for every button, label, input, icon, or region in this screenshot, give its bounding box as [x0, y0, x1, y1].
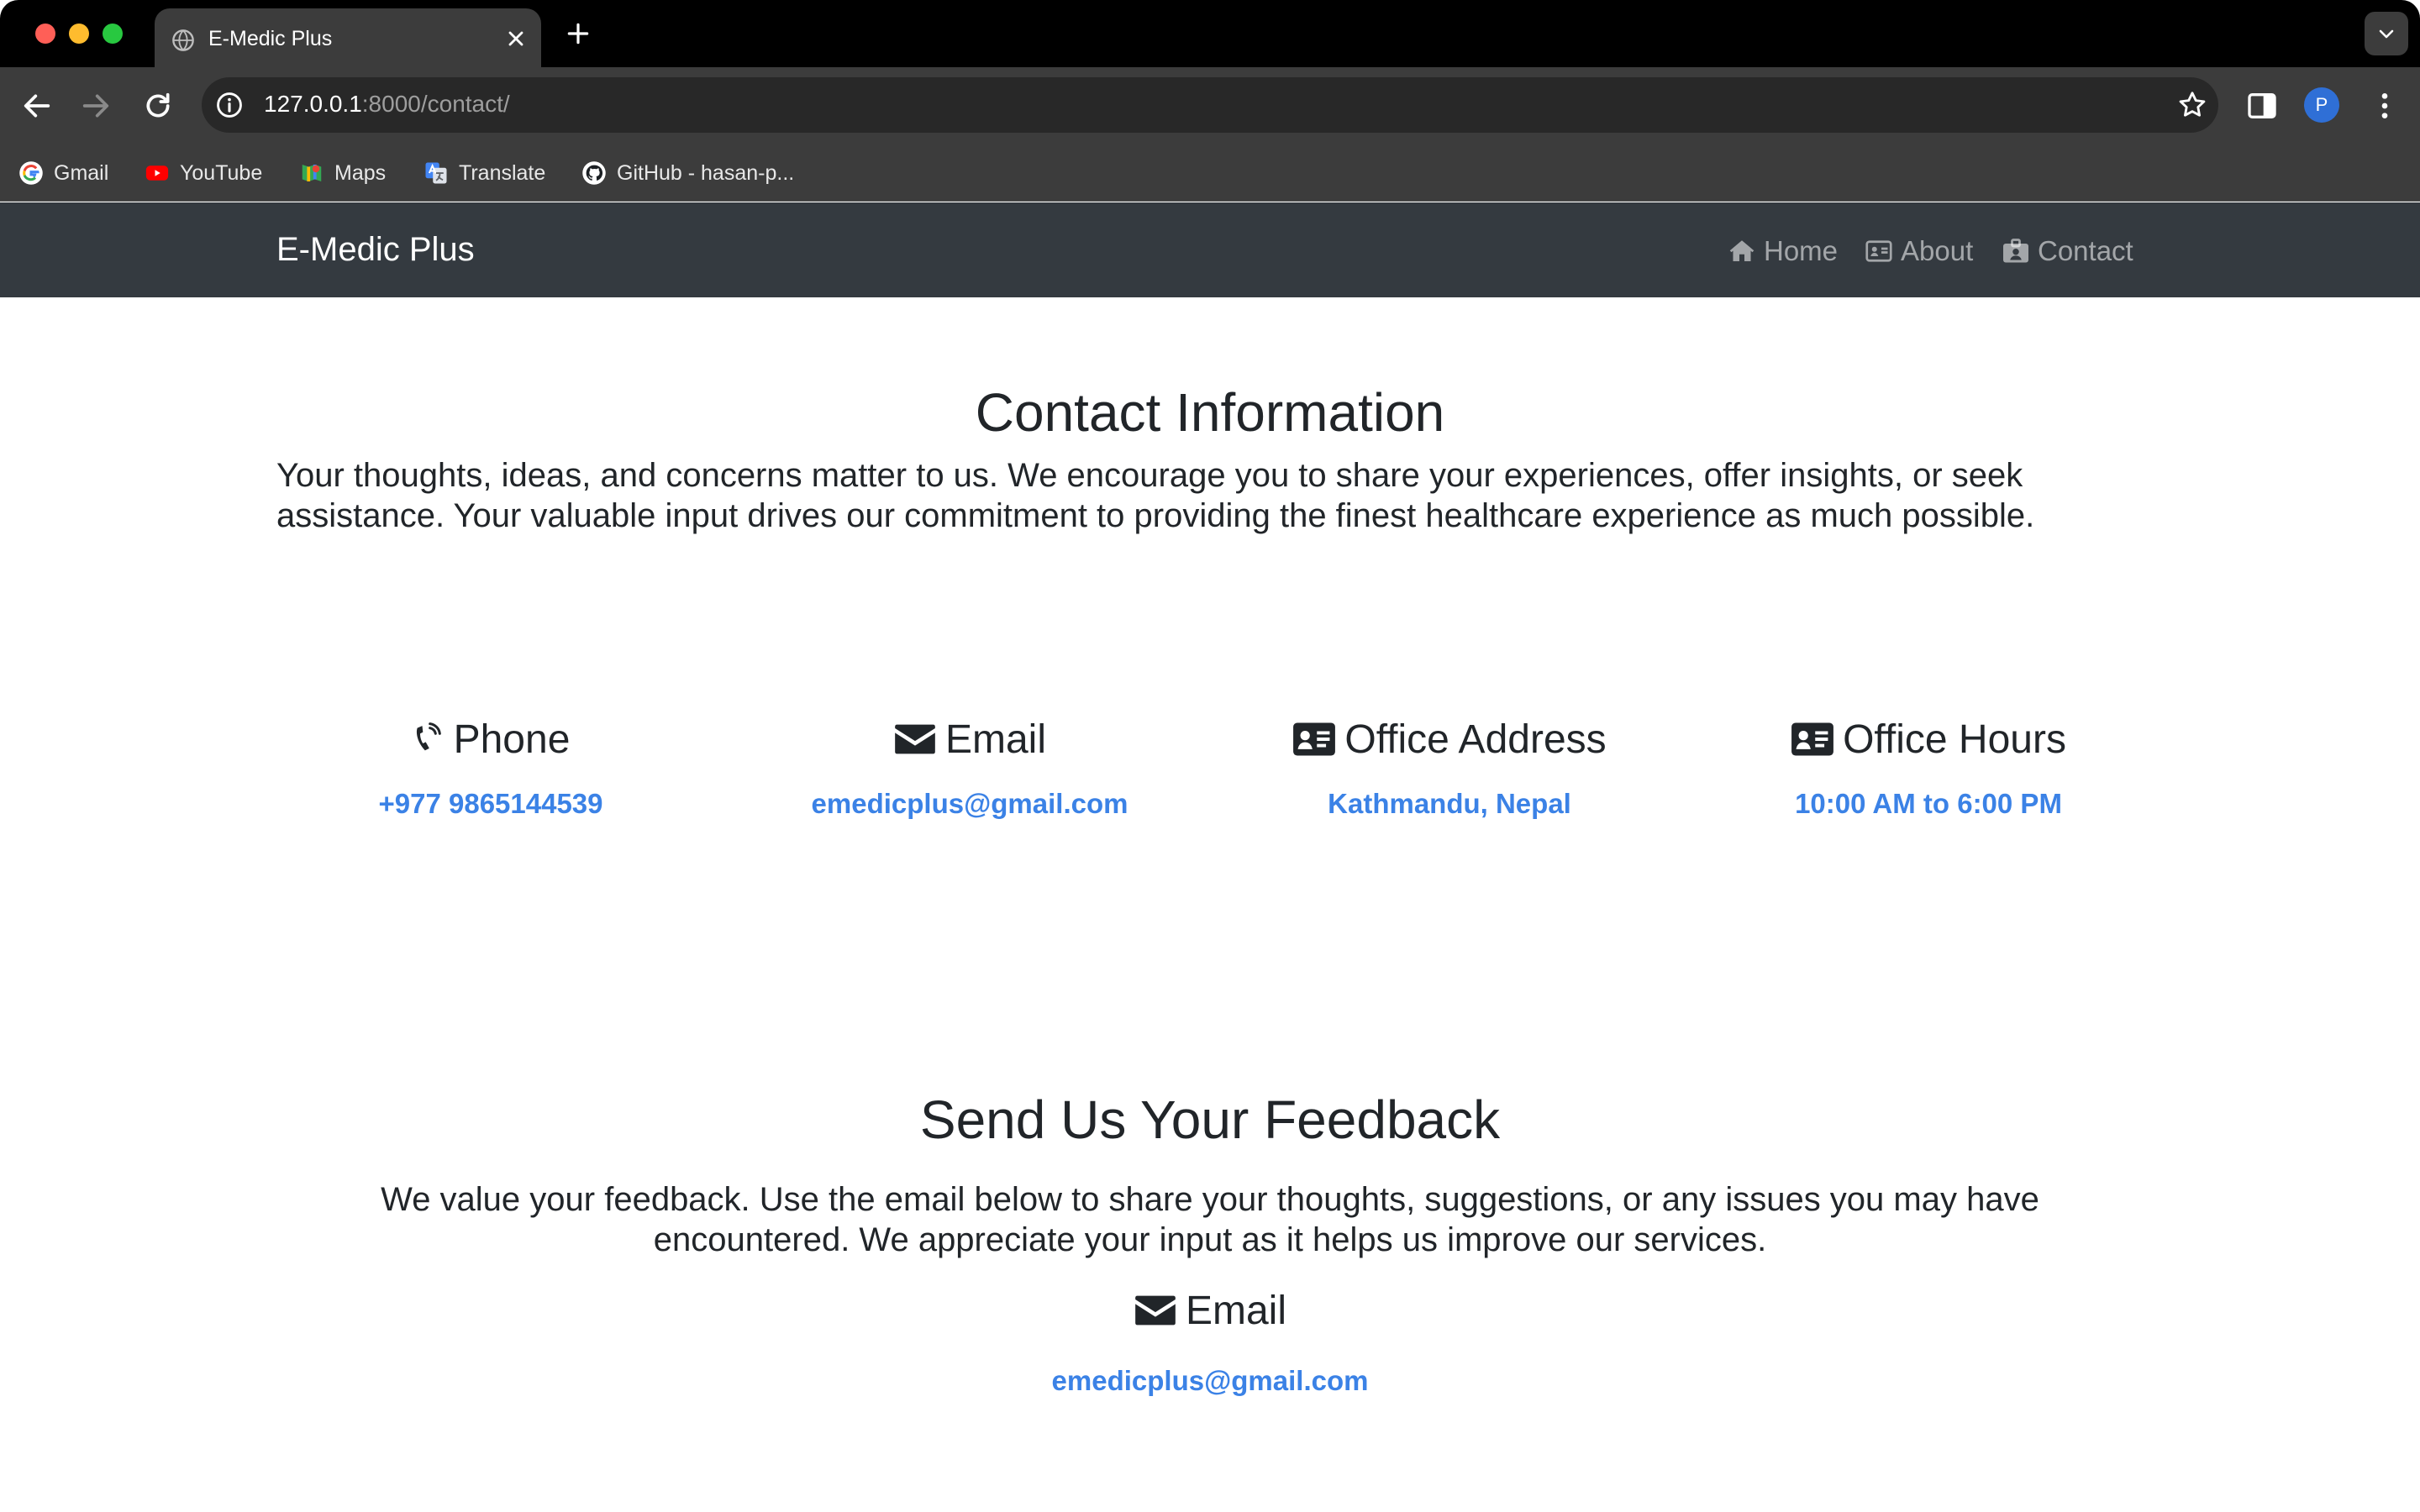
site-brand-link[interactable]: E-Medic Plus — [276, 231, 475, 269]
nav-contact-label: Contact — [2038, 235, 2133, 266]
feedback-title: Send Us Your Feedback — [919, 1089, 1501, 1150]
window-minimize-button[interactable] — [69, 24, 89, 44]
card-label: Office Hours — [1843, 717, 2066, 762]
bookmark-youtube[interactable]: YouTube — [145, 156, 262, 190]
contact-card-phone: Phone +977 9865144539 — [255, 712, 726, 820]
forward-arrow-icon[interactable] — [79, 89, 113, 123]
github-icon — [582, 161, 606, 185]
bookmark-star-icon[interactable] — [2176, 89, 2208, 121]
url-host: 127.0.0.1 — [264, 91, 362, 117]
address-card-icon — [1865, 240, 1892, 262]
feedback-email-label: Email — [1185, 1288, 1287, 1333]
address-bar[interactable]: 127.0.0.1:8000/contact/ — [202, 77, 2218, 133]
envelope-icon — [895, 724, 935, 754]
phone-number-link[interactable]: +977 9865144539 — [255, 788, 726, 820]
bookmark-label: Translate — [459, 160, 546, 185]
card-label: Email — [944, 717, 1047, 762]
site-info-icon[interactable] — [215, 91, 244, 119]
nav-contact-link[interactable]: Contact — [2001, 233, 2133, 270]
contact-card-email: Email emedicplus@gmail.com — [734, 712, 1205, 820]
nav-home-link[interactable]: Home — [1727, 233, 1838, 270]
envelope-icon — [1135, 1295, 1176, 1326]
globe-icon — [172, 29, 194, 51]
tab-search-button[interactable] — [2365, 12, 2408, 55]
nav-home-label: Home — [1764, 235, 1839, 266]
more-menu-icon[interactable] — [2368, 89, 2402, 123]
contact-title: Contact Information — [975, 382, 1445, 443]
card-heading: Office Address — [1214, 712, 1685, 766]
side-panel-icon[interactable] — [2245, 89, 2279, 123]
bookmark-label: Maps — [334, 160, 387, 185]
card-heading: Email — [734, 712, 1205, 766]
new-tab-plus-icon[interactable] — [565, 20, 592, 47]
bookmark-maps[interactable]: Maps — [299, 156, 386, 190]
reload-icon[interactable] — [141, 89, 175, 123]
card-label: Phone — [453, 717, 571, 762]
phone-icon — [416, 722, 441, 751]
url-text[interactable]: 127.0.0.1:8000/contact/ — [264, 91, 510, 118]
browser-tab-bar: E-Medic Plus — [0, 0, 2420, 67]
back-arrow-icon[interactable] — [20, 89, 54, 123]
tab-title: E-Medic Plus — [208, 27, 333, 50]
tab-close-icon[interactable] — [504, 27, 528, 50]
id-card-icon — [1293, 722, 1336, 756]
url-path: :8000/contact/ — [361, 91, 510, 117]
bookmark-label: Gmail — [54, 160, 109, 185]
profile-avatar[interactable]: P — [2304, 87, 2339, 123]
window-maximize-button[interactable] — [103, 24, 123, 44]
bookmarks-bar: Gmail YouTube Maps Translate GitHub - ha… — [0, 144, 2420, 202]
bookmark-github[interactable]: GitHub - hasan-p... — [581, 156, 794, 190]
maps-icon — [302, 165, 322, 181]
feedback-intro: We value your feedback. Use the email be… — [381, 1181, 2039, 1258]
id-card-icon — [1791, 722, 1833, 756]
bookmark-label: YouTube — [180, 160, 263, 185]
id-badge-icon — [2003, 239, 2028, 263]
contact-card-address: Office Address Kathmandu, Nepal — [1214, 712, 1685, 820]
google-icon — [19, 161, 43, 185]
bookmark-translate[interactable]: Translate — [424, 156, 545, 190]
translate-icon — [425, 162, 447, 184]
browser-toolbar: 127.0.0.1:8000/contact/ P — [0, 67, 2420, 144]
card-heading: Phone — [255, 712, 726, 766]
contact-card-hours: Office Hours 10:00 AM to 6:00 PM — [1693, 712, 2164, 820]
address-link[interactable]: Kathmandu, Nepal — [1214, 788, 1685, 820]
nav-about-label: About — [1901, 235, 1974, 266]
chevron-down-icon — [2379, 29, 2394, 39]
card-heading: Office Hours — [1693, 712, 2164, 766]
email-link[interactable]: emedicplus@gmail.com — [734, 788, 1205, 820]
contact-intro: Your thoughts, ideas, and concerns matte… — [276, 457, 2035, 534]
bookmark-label: GitHub - hasan-p... — [617, 160, 795, 185]
window-close-button[interactable] — [35, 24, 55, 44]
site-navbar: E-Medic Plus Home About Contact — [0, 202, 2420, 297]
bookmark-gmail[interactable]: Gmail — [18, 156, 108, 190]
nav-about-link[interactable]: About — [1864, 233, 1973, 270]
hours-link[interactable]: 10:00 AM to 6:00 PM — [1693, 788, 2164, 820]
browser-tab-active[interactable]: E-Medic Plus — [155, 8, 541, 67]
feedback-email-link[interactable]: emedicplus@gmail.com — [0, 1365, 2420, 1397]
youtube-icon — [145, 165, 169, 181]
home-icon — [1729, 240, 1754, 261]
card-label: Office Address — [1344, 717, 1607, 762]
feedback-email-heading: Email — [0, 1284, 2420, 1337]
